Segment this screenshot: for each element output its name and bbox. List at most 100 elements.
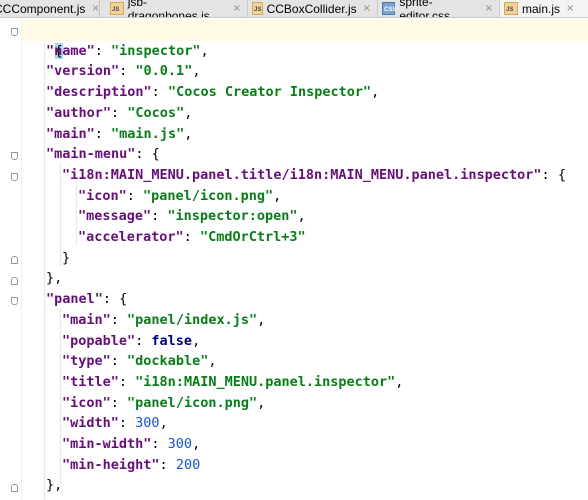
code-line-13: }, <box>46 268 588 289</box>
colon: : <box>118 415 136 432</box>
json-value: "i18n:MAIN_MENU.panel.inspector" <box>135 373 396 390</box>
colon: : <box>110 311 128 328</box>
json-key: "popable" <box>62 332 136 349</box>
tab-label: sprite-editor.css <box>399 0 451 18</box>
tab-ccboxcollider[interactable]: JS CCBoxCollider.js × <box>248 0 378 17</box>
closing-brace: } <box>62 249 71 266</box>
json-value: { <box>151 146 160 163</box>
close-icon[interactable]: × <box>91 3 99 14</box>
json-key: "main-menu" <box>46 146 136 163</box>
colon: : <box>159 456 176 473</box>
json-key: "description" <box>46 84 152 101</box>
tab-main-js[interactable]: JS main.js × <box>500 0 588 17</box>
comma: , <box>208 353 217 370</box>
colon: : <box>111 104 128 121</box>
json-value: "panel/index.js" <box>127 311 258 328</box>
colon: : <box>119 63 136 80</box>
code-line-8: "i18n:MAIN_MENU.panel.title/i18n:MAIN_ME… <box>62 165 588 186</box>
code-line-12: } <box>62 248 588 269</box>
colon: : <box>541 166 558 183</box>
fold-close-icon[interactable] <box>11 484 18 492</box>
code-editor[interactable]: { "name": "inspector", "version": "0.0.1"… <box>22 18 588 500</box>
close-icon[interactable]: × <box>363 3 371 14</box>
json-value: "CmdOrCtrl+3" <box>199 229 306 245</box>
json-key: "author" <box>46 104 112 121</box>
comma: , <box>159 415 168 432</box>
code-line-17: "type": "dockable", <box>62 351 588 372</box>
code-line-22: "min-height": 200 <box>62 455 588 476</box>
code-line-15: "main": "panel/index.js", <box>62 310 588 331</box>
json-value: "0.0.1" <box>135 63 193 80</box>
indent-guide <box>44 38 45 500</box>
fold-open-icon[interactable] <box>11 28 18 36</box>
comma: , <box>192 332 201 349</box>
json-value: 300 <box>135 415 160 432</box>
json-value: "inspector:open" <box>167 208 298 225</box>
comma: , <box>200 42 209 59</box>
tab-label: CCComponent.js <box>0 1 86 16</box>
json-value: "Cocos" <box>127 104 185 121</box>
tab-jsb-dragonbones[interactable]: JS jsb-dragonbones.js × <box>106 0 248 17</box>
code-line-21: "min-width": 300, <box>62 434 588 455</box>
json-key: "width" <box>62 415 119 432</box>
json-value: 200 <box>175 456 201 473</box>
close-icon[interactable]: × <box>233 3 241 14</box>
fold-close-icon[interactable] <box>11 256 18 264</box>
comma: , <box>257 311 266 328</box>
json-value: "main.js" <box>111 125 185 142</box>
fold-close-icon[interactable] <box>11 277 18 285</box>
comma: , <box>371 84 380 101</box>
comma: , <box>192 436 201 452</box>
json-value: "dockable" <box>127 353 209 370</box>
closing-brace: }, <box>46 270 63 287</box>
comma: , <box>184 125 193 142</box>
comma: , <box>192 63 201 80</box>
fold-open-icon[interactable] <box>11 297 18 305</box>
json-key: "min-width" <box>62 436 152 452</box>
json-key: "icon" <box>62 394 111 411</box>
comma: , <box>297 208 306 225</box>
json-key: "version" <box>46 63 120 80</box>
indent-guide <box>76 183 77 245</box>
code-line-4: "description": "Cocos Creator Inspector"… <box>46 82 588 103</box>
colon: : <box>151 84 168 101</box>
json-key: "title" <box>62 373 119 390</box>
json-value: "panel/icon.png" <box>143 187 274 204</box>
json-value: { <box>119 291 128 308</box>
css-file-icon: CSS <box>382 2 396 15</box>
json-key: "panel" <box>46 291 103 308</box>
close-icon[interactable]: × <box>485 3 493 14</box>
json-key: "main" <box>46 125 95 142</box>
tab-cccomponent[interactable]: CCComponent.js × <box>0 0 100 17</box>
json-value: "Cocos Creator Inspector" <box>167 84 372 101</box>
code-line-7: "main-menu": { <box>46 144 588 165</box>
tab-label: CCBoxCollider.js <box>266 1 357 16</box>
code-line-10: "message": "inspector:open", <box>78 206 588 227</box>
colon: : <box>118 373 136 390</box>
code-line-16: "popable": false, <box>62 331 588 352</box>
editor-gutter[interactable] <box>0 18 20 500</box>
code-line-5: "author": "Cocos", <box>46 103 588 124</box>
fold-open-icon[interactable] <box>11 173 18 181</box>
colon: : <box>102 291 120 308</box>
json-key: "min-height" <box>62 456 160 473</box>
colon: : <box>94 125 112 142</box>
code-line-19: "icon": "panel/icon.png", <box>62 393 588 414</box>
code-line-3: "version": "0.0.1", <box>46 61 588 82</box>
code-line-23: }, <box>46 475 588 496</box>
js-file-icon: JS <box>504 2 518 15</box>
colon: : <box>110 353 128 370</box>
json-key: "type" <box>62 353 111 370</box>
colon: : <box>183 229 200 245</box>
tab-sprite-editor-css[interactable]: CSS sprite-editor.css × <box>378 0 500 17</box>
code-line-11: "accelerator": "CmdOrCtrl+3" <box>78 227 588 248</box>
colon: : <box>135 332 152 349</box>
comma: , <box>395 373 404 390</box>
json-value: "panel/icon.png" <box>127 394 258 411</box>
colon: : <box>135 146 152 163</box>
json-key: "accelerator" <box>78 229 184 245</box>
fold-open-icon[interactable] <box>11 152 18 160</box>
code-line-18: "title": "i18n:MAIN_MENU.panel.inspector… <box>62 372 588 393</box>
close-icon[interactable]: × <box>566 3 574 14</box>
colon: : <box>151 208 168 225</box>
